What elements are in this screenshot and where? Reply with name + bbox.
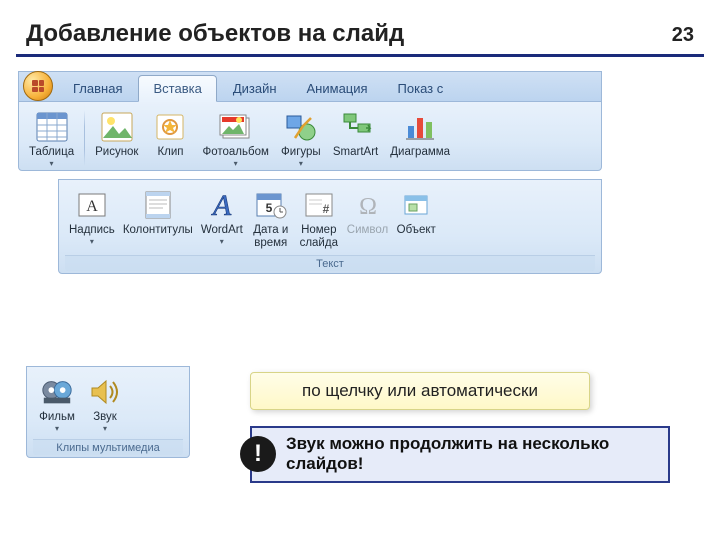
table-button[interactable]: Таблица ▾: [25, 108, 78, 168]
tab-show[interactable]: Показ с: [384, 76, 458, 101]
ribbon-media: Фильм ▾ Звук ▾ Клипы мультимедиа: [26, 366, 190, 458]
tab-design[interactable]: Дизайн: [219, 76, 291, 101]
exclamation-icon: !: [240, 436, 276, 472]
smartart-button[interactable]: SmartArt ▾: [329, 108, 382, 168]
shapes-icon: [284, 110, 318, 144]
header-divider: [16, 54, 704, 57]
svg-text:Ω: Ω: [359, 194, 377, 220]
picture-button[interactable]: Рисунок ▾: [91, 108, 142, 168]
clip-icon: [153, 110, 187, 144]
textbox-icon: A: [75, 188, 109, 222]
caret-icon: ▾: [234, 160, 238, 168]
textbox-label: Надпись: [69, 224, 115, 238]
object-icon: [399, 188, 433, 222]
wordart-icon: A: [205, 188, 239, 222]
callout-autoplay: по щелчку или автоматически: [250, 372, 590, 410]
smartart-icon: [339, 110, 373, 144]
photoalbum-label: Фотоальбом: [202, 146, 268, 160]
slidenumber-button[interactable]: # Номер слайда: [295, 186, 343, 249]
tab-insert[interactable]: Вставка: [138, 75, 216, 102]
smartart-label: SmartArt: [333, 146, 378, 160]
ribbon-tabs: Главная Вставка Дизайн Анимация Показ с: [18, 71, 602, 101]
svg-text:5: 5: [265, 201, 272, 215]
table-label: Таблица: [29, 146, 74, 160]
ribbon-text: A Надпись ▾ Колонтитулы ▾ A WordArt ▾: [58, 179, 602, 274]
slidenumber-icon: #: [302, 188, 336, 222]
page-number: 23: [672, 24, 694, 47]
movie-button[interactable]: Фильм ▾: [33, 373, 81, 433]
caret-icon: ▾: [299, 160, 303, 168]
page-title: Добавление объектов на слайд: [26, 20, 404, 48]
tab-home[interactable]: Главная: [59, 76, 136, 101]
symbol-label: Символ: [347, 224, 388, 238]
clip-button[interactable]: Клип ▾: [146, 108, 194, 168]
picture-icon: [100, 110, 134, 144]
slidenumber-label: Номер слайда: [300, 224, 338, 249]
datetime-button[interactable]: 5 Дата и время: [247, 186, 295, 249]
caret-icon: ▾: [220, 238, 224, 246]
clip-label: Клип: [157, 146, 183, 160]
wordart-button[interactable]: A WordArt ▾: [197, 186, 247, 249]
headerfooter-label: Колонтитулы: [123, 224, 193, 238]
object-button[interactable]: Объект: [392, 186, 440, 249]
caret-icon: ▾: [90, 238, 94, 246]
info-text: Звук можно продолжить на несколько слайд…: [286, 434, 658, 475]
chart-icon: [403, 110, 437, 144]
group-text-label: Текст: [65, 255, 595, 271]
chart-label: Диаграмма: [390, 146, 450, 160]
sound-label: Звук: [93, 411, 117, 425]
office-icon: [32, 80, 44, 92]
office-button[interactable]: [23, 71, 53, 101]
datetime-icon: 5: [254, 188, 288, 222]
ribbon-illustrations: Таблица ▾ Рисунок ▾ Клип ▾ Фотоальбом ▾: [18, 101, 602, 171]
textbox-button[interactable]: A Надпись ▾: [65, 186, 119, 249]
group-media-label: Клипы мультимедиа: [33, 439, 183, 455]
movie-icon: [40, 375, 74, 409]
sound-button[interactable]: Звук ▾: [81, 373, 129, 433]
picture-label: Рисунок: [95, 146, 138, 160]
photoalbum-button[interactable]: Фотоальбом ▾: [198, 108, 272, 168]
table-icon: [35, 110, 69, 144]
chart-button[interactable]: Диаграмма ▾: [386, 108, 454, 168]
object-label: Объект: [397, 224, 436, 238]
caret-icon: ▾: [55, 425, 59, 433]
svg-text:#: #: [322, 202, 329, 216]
movie-label: Фильм: [39, 411, 75, 425]
caret-icon: ▾: [103, 425, 107, 433]
photoalbum-icon: [219, 110, 253, 144]
svg-text:A: A: [211, 189, 232, 221]
datetime-label: Дата и время: [253, 224, 288, 249]
info-box: ! Звук можно продолжить на несколько сла…: [250, 426, 670, 483]
symbol-icon: Ω: [351, 188, 385, 222]
sound-icon: [88, 375, 122, 409]
wordart-label: WordArt: [201, 224, 243, 238]
caret-icon: ▾: [50, 160, 54, 168]
svg-text:A: A: [86, 198, 98, 215]
headerfooter-icon: [141, 188, 175, 222]
shapes-button[interactable]: Фигуры ▾: [277, 108, 325, 168]
tab-animation[interactable]: Анимация: [293, 76, 382, 101]
shapes-label: Фигуры: [281, 146, 321, 160]
headerfooter-button[interactable]: Колонтитулы ▾: [119, 186, 197, 249]
symbol-button: Ω Символ: [343, 186, 392, 249]
